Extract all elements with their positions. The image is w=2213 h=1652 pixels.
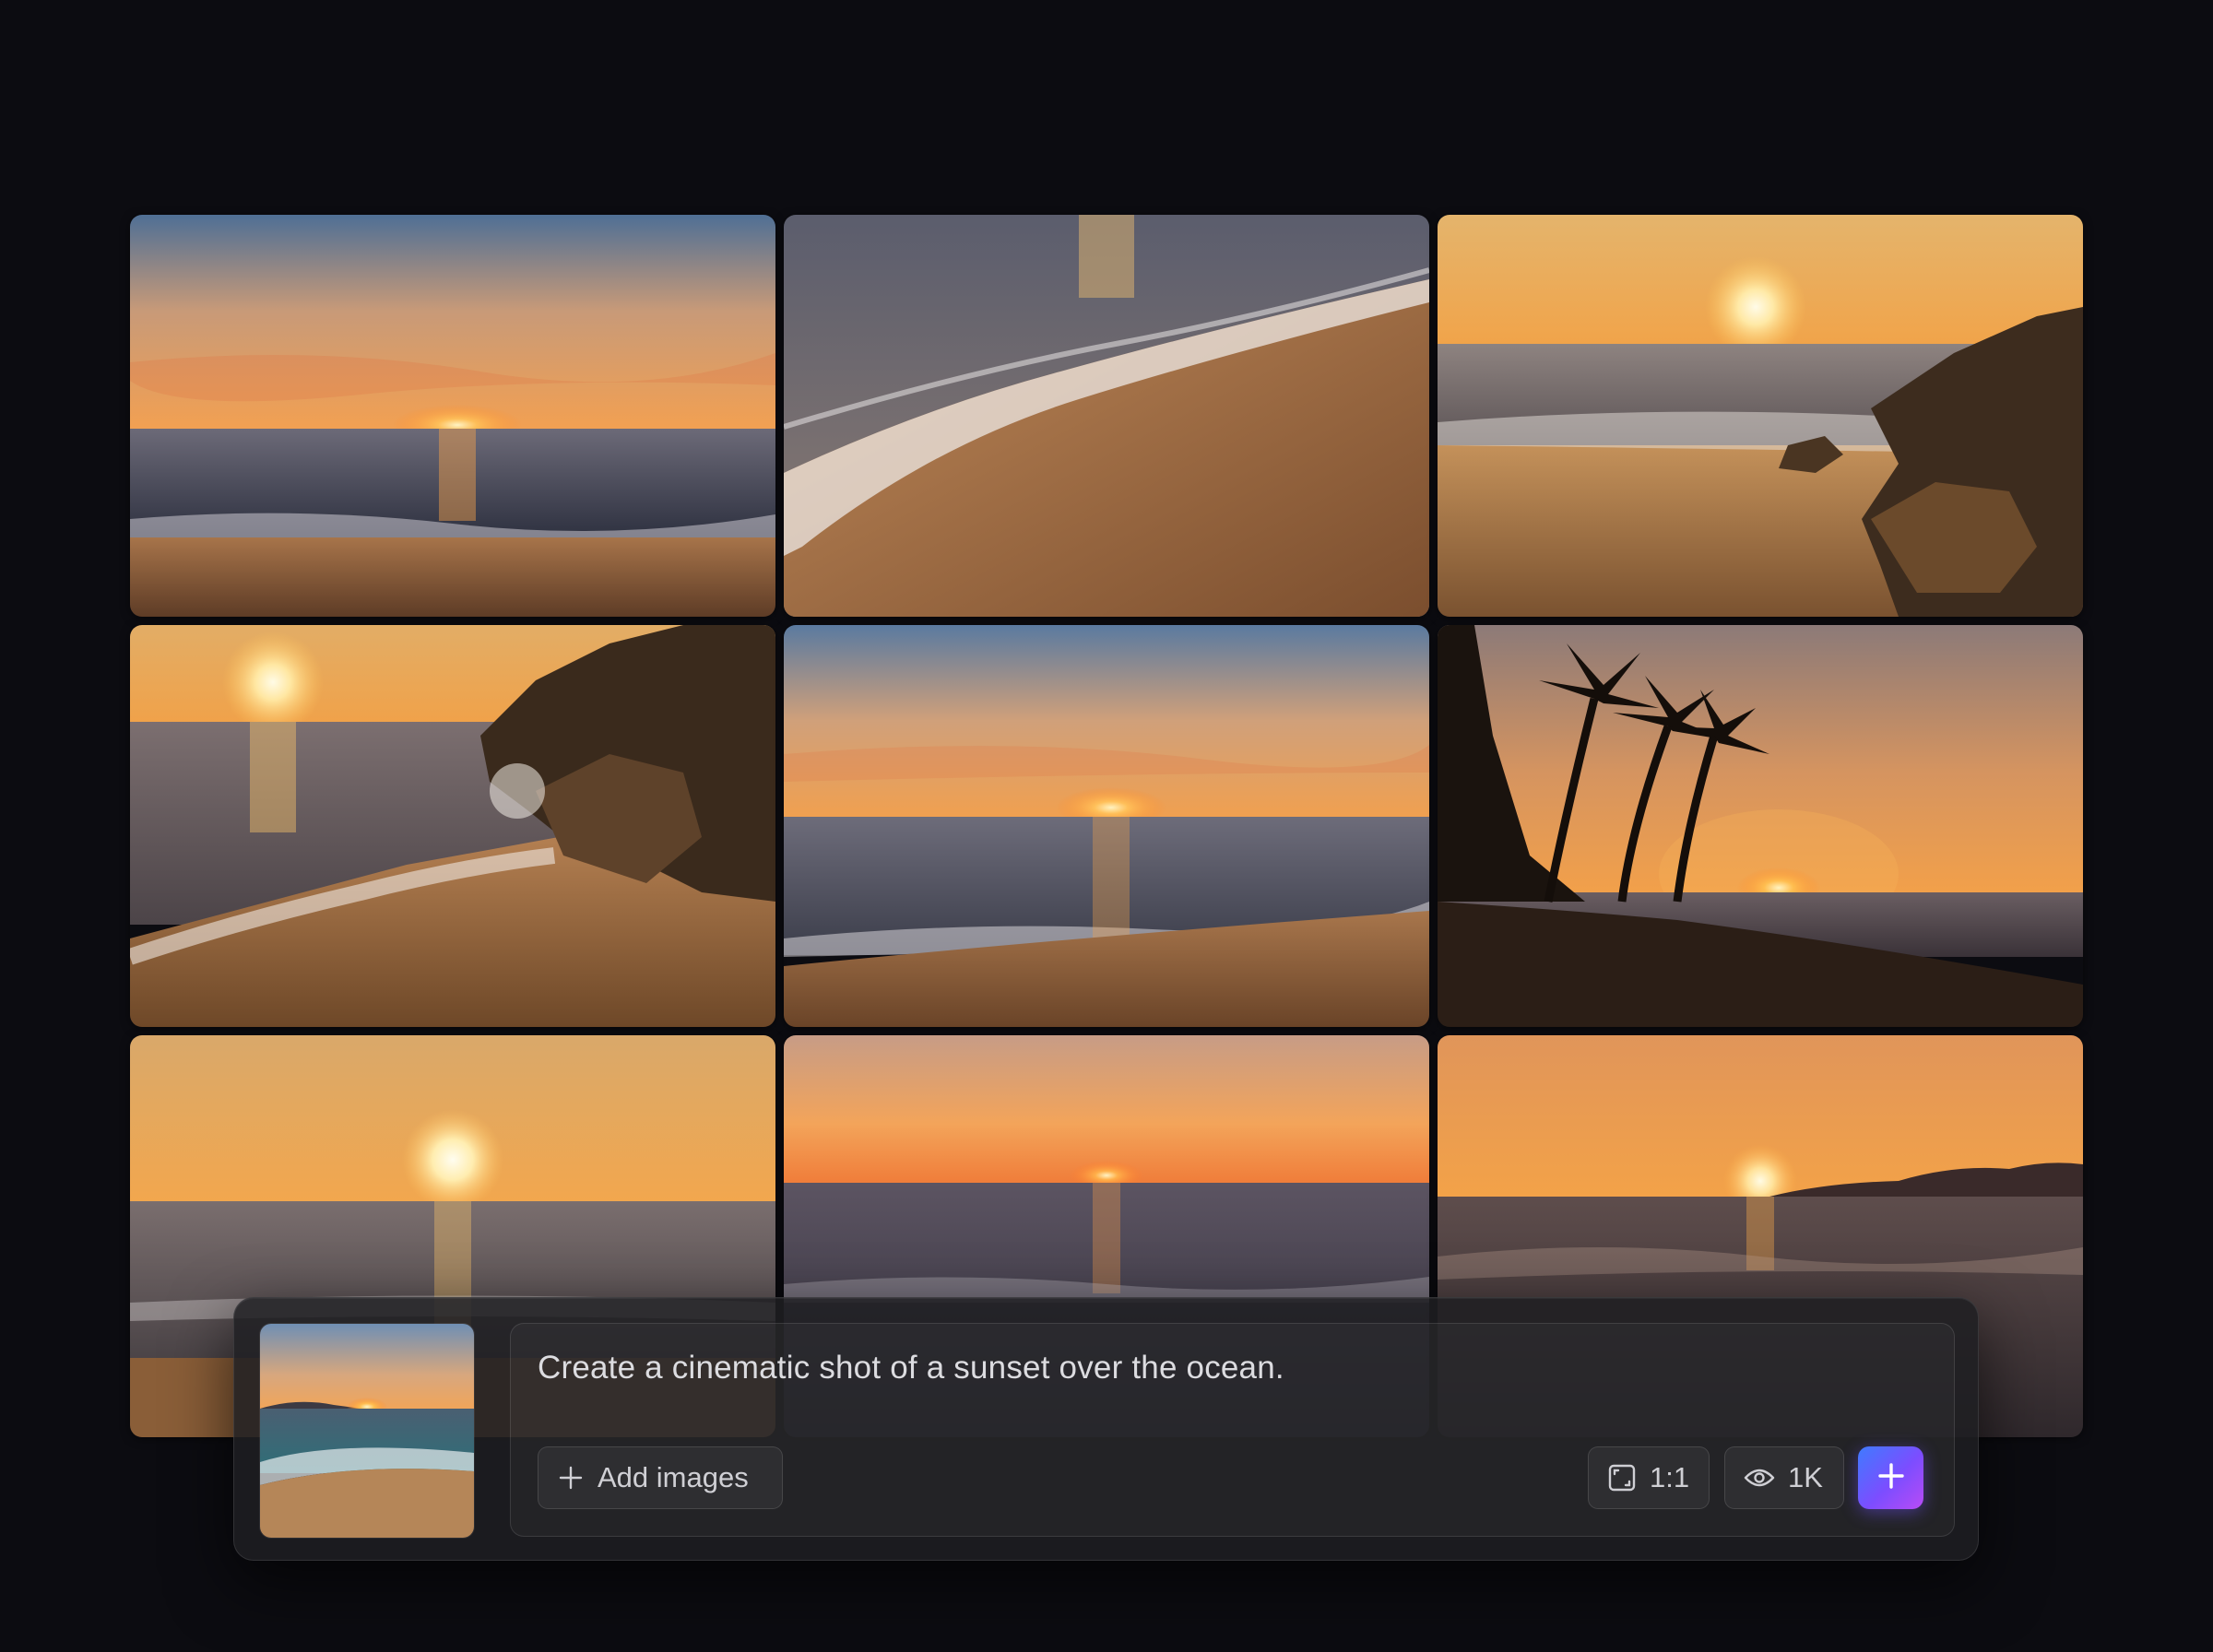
prompt-composer: Create a cinematic shot of a sunset over… (233, 1297, 1979, 1561)
gallery-image-2[interactable] (784, 215, 1429, 617)
aspect-ratio-icon (1607, 1463, 1637, 1493)
reference-image[interactable] (259, 1323, 475, 1539)
prompt-text[interactable]: Create a cinematic shot of a sunset over… (538, 1350, 1284, 1386)
gallery-image-1[interactable] (130, 215, 775, 617)
aspect-ratio-value: 1:1 (1650, 1461, 1690, 1493)
quality-value: 1K (1788, 1461, 1823, 1493)
generate-button[interactable] (1858, 1446, 1923, 1509)
add-images-button[interactable]: Add images (538, 1446, 783, 1509)
gallery-image-3[interactable] (1438, 215, 2083, 617)
image-gallery (130, 215, 2083, 1437)
quality-button[interactable]: 1K (1724, 1446, 1844, 1509)
plus-icon (557, 1464, 585, 1492)
gallery-image-4[interactable] (130, 625, 775, 1027)
gallery-image-6[interactable] (1438, 625, 2083, 1027)
eye-icon (1744, 1466, 1775, 1490)
add-images-label: Add images (598, 1461, 749, 1493)
gallery-image-5[interactable] (784, 625, 1429, 1027)
plus-icon (1876, 1460, 1907, 1496)
aspect-ratio-button[interactable]: 1:1 (1588, 1446, 1710, 1509)
prompt-input[interactable]: Create a cinematic shot of a sunset over… (510, 1323, 1955, 1537)
